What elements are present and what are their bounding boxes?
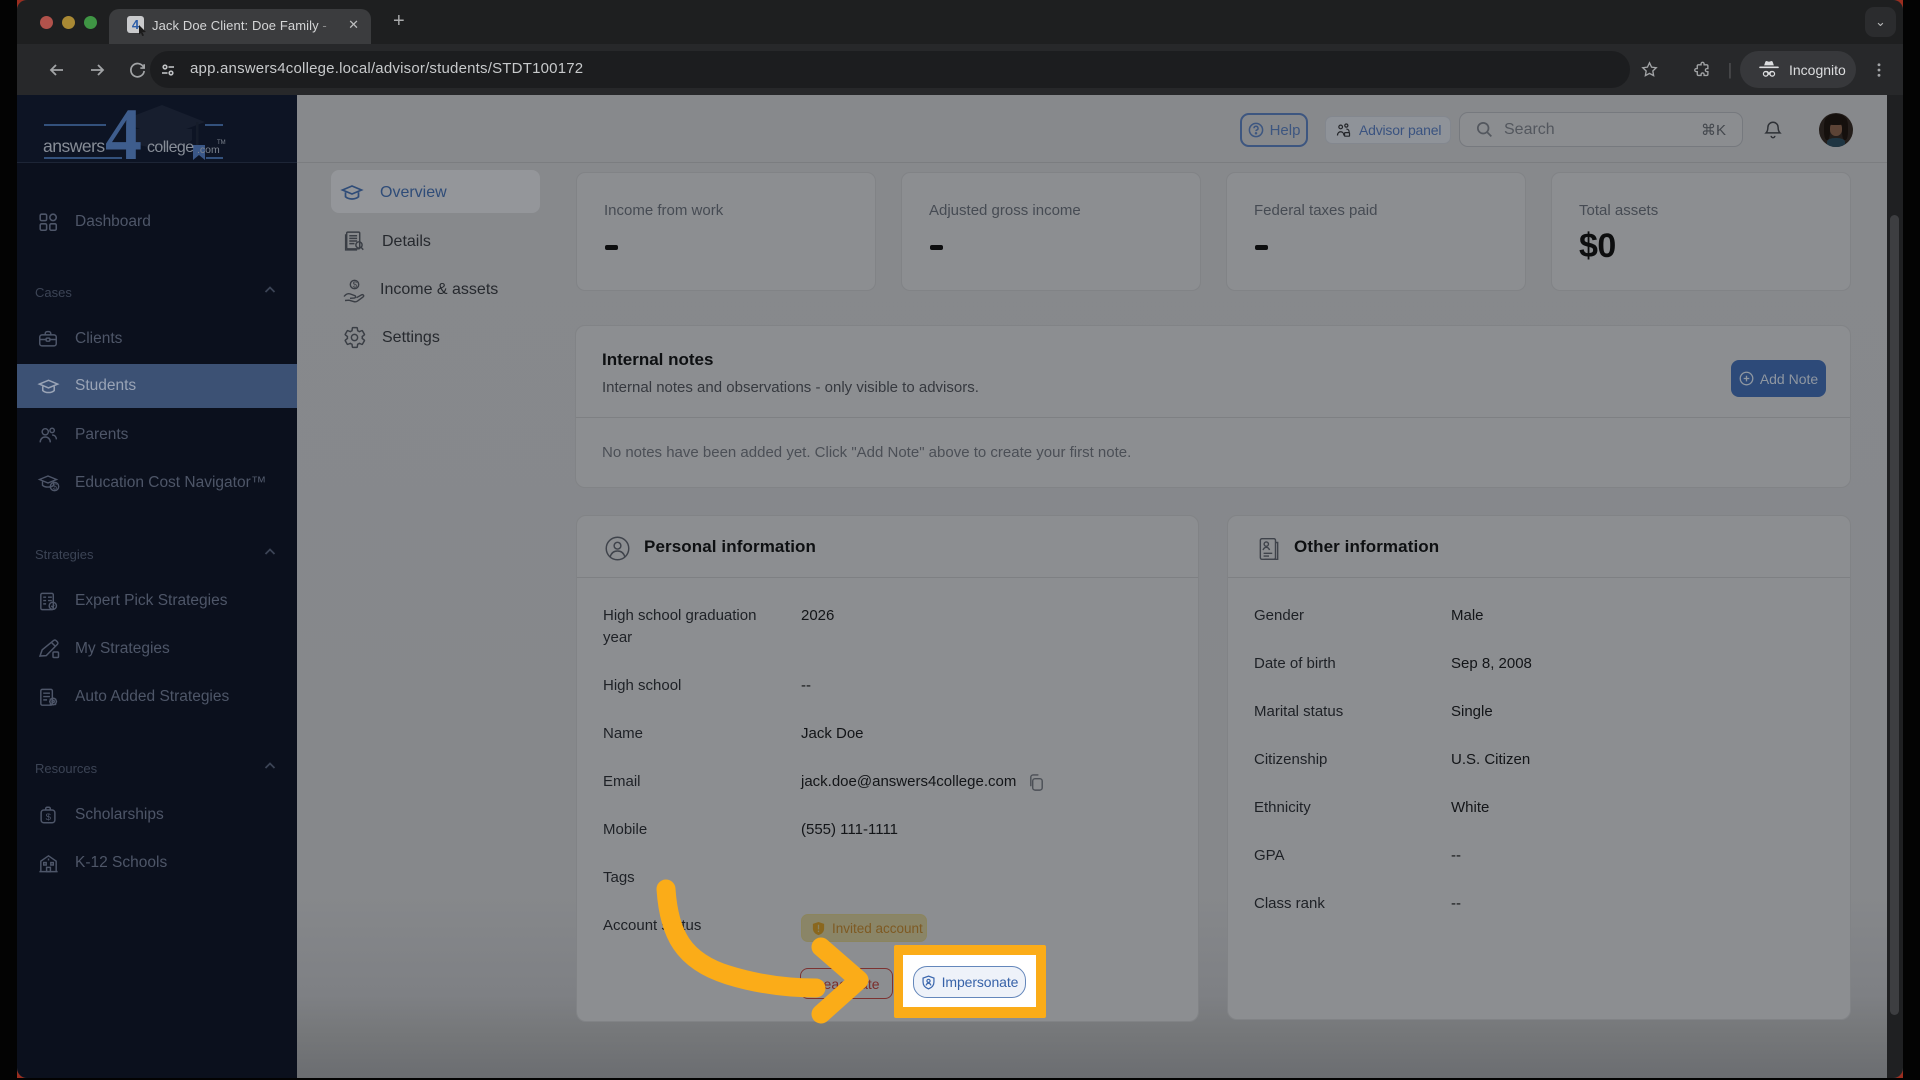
svg-text:$: $: [53, 482, 58, 491]
svg-text:college: college: [147, 139, 194, 156]
svg-text:TM: TM: [217, 140, 226, 146]
svg-text:$: $: [353, 280, 358, 289]
svg-text:answers: answers: [43, 136, 105, 156]
svg-text:$: $: [46, 812, 52, 823]
svg-text:4: 4: [105, 95, 142, 163]
